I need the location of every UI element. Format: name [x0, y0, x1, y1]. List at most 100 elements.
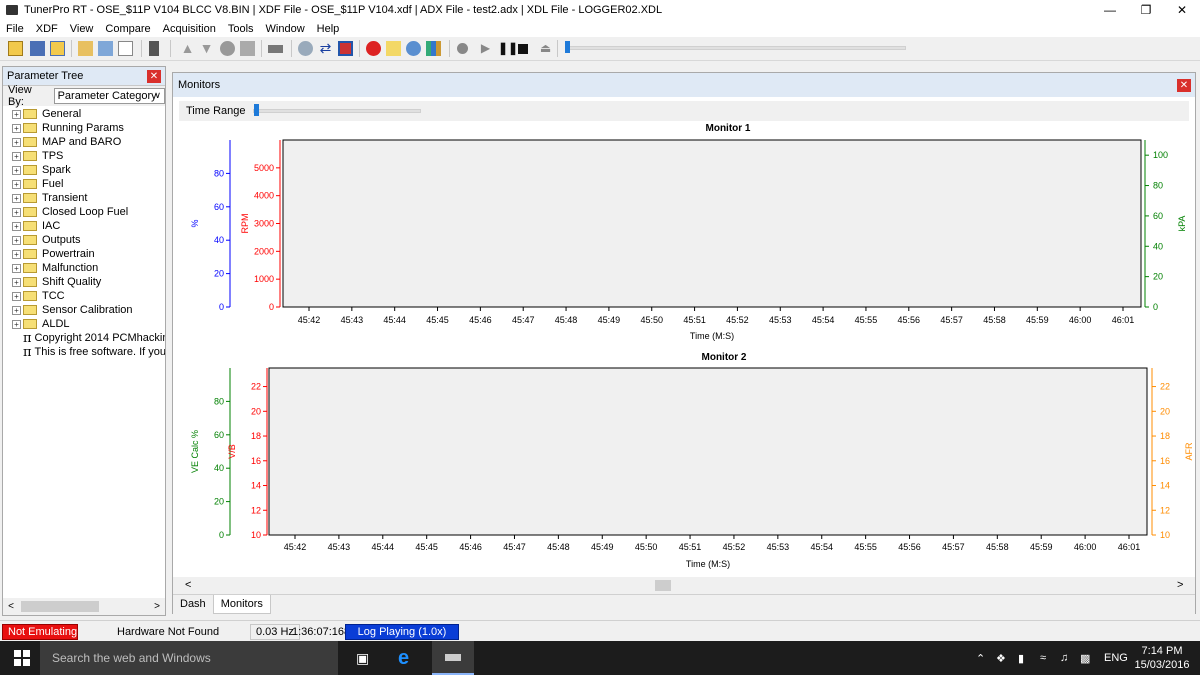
clock[interactable]: 7:14 PM 15/03/2016: [1134, 641, 1189, 675]
playback-slider-track[interactable]: [566, 46, 906, 50]
arrow-up-icon[interactable]: ▲: [180, 41, 195, 56]
language-indicator[interactable]: ENG: [1104, 641, 1128, 675]
record-icon[interactable]: [220, 41, 235, 56]
expand-icon[interactable]: +: [12, 291, 21, 301]
task-view-icon[interactable]: ▣: [356, 641, 369, 675]
tree-item[interactable]: + Closed Loop Fuel: [3, 205, 165, 219]
wifi-icon[interactable]: ≈: [1040, 641, 1046, 675]
chip-icon[interactable]: [240, 41, 255, 56]
tree-item-label: Outputs: [42, 234, 81, 246]
close-icon[interactable]: ✕: [1164, 0, 1200, 20]
volume-icon[interactable]: ♫: [1060, 641, 1068, 675]
menu-acquisition[interactable]: Acquisition: [163, 23, 216, 35]
folder-icon: [23, 207, 37, 217]
tree-item[interactable]: + Powertrain: [3, 247, 165, 261]
expand-icon[interactable]: +: [12, 305, 21, 315]
menu-view[interactable]: View: [70, 23, 94, 35]
notification-message-icon[interactable]: ▩: [1080, 641, 1090, 675]
transfer-icon[interactable]: ⇄: [318, 41, 333, 56]
minimize-icon[interactable]: —: [1092, 0, 1128, 20]
expand-icon[interactable]: +: [12, 277, 21, 287]
tree-item[interactable]: + IAC: [3, 219, 165, 233]
expand-icon[interactable]: +: [12, 249, 21, 259]
menu-tools[interactable]: Tools: [228, 23, 254, 35]
tunerpro-taskbar-icon[interactable]: [432, 641, 474, 675]
scroll-left-icon[interactable]: <: [3, 601, 19, 612]
edge-browser-icon[interactable]: e: [398, 641, 409, 675]
show-hidden-icons-chevron-icon[interactable]: ⌃: [976, 641, 985, 675]
expand-icon[interactable]: +: [12, 123, 21, 133]
globe-icon[interactable]: [406, 41, 421, 56]
save-all-icon[interactable]: [50, 41, 65, 56]
scroll-left-icon[interactable]: <: [185, 579, 191, 591]
new-document-icon[interactable]: [118, 41, 133, 56]
tree-item[interactable]: + Running Params: [3, 121, 165, 135]
menu-compare[interactable]: Compare: [105, 23, 150, 35]
eject-icon[interactable]: ⏏: [538, 41, 553, 56]
expand-icon[interactable]: +: [12, 207, 21, 217]
emulator-icon[interactable]: [149, 41, 159, 56]
chart-icon[interactable]: [426, 41, 441, 56]
save-icon[interactable]: [30, 41, 45, 56]
table-icon[interactable]: [338, 41, 353, 56]
note-icon[interactable]: [386, 41, 401, 56]
open-folder-icon[interactable]: [8, 41, 23, 56]
scroll-right-icon[interactable]: >: [1177, 579, 1183, 591]
menu-xdf[interactable]: XDF: [36, 23, 58, 35]
expand-icon[interactable]: +: [12, 221, 21, 231]
chart-title: Monitor 1: [706, 123, 751, 134]
taskbar-search-box[interactable]: Search the web and Windows: [40, 641, 338, 675]
tree-item[interactable]: + TPS: [3, 149, 165, 163]
expand-icon[interactable]: +: [12, 151, 21, 161]
tree-item[interactable]: + Sensor Calibration: [3, 303, 165, 317]
play-icon[interactable]: ▶: [478, 41, 493, 56]
settings-gear-icon[interactable]: [298, 41, 313, 56]
restore-icon[interactable]: ❐: [1128, 0, 1164, 20]
gauge-icon[interactable]: [366, 41, 381, 56]
tree-item[interactable]: + TCC: [3, 289, 165, 303]
tab-dash[interactable]: Dash: [173, 595, 213, 614]
tree-item[interactable]: + Fuel: [3, 177, 165, 191]
expand-icon[interactable]: +: [12, 109, 21, 119]
menu-file[interactable]: File: [6, 23, 24, 35]
tree-item[interactable]: + Outputs: [3, 233, 165, 247]
tree-horizontal-scrollbar[interactable]: < >: [3, 598, 165, 615]
load-icon[interactable]: [78, 41, 93, 56]
scroll-thumb[interactable]: [655, 580, 671, 591]
expand-icon[interactable]: +: [12, 165, 21, 175]
compare-icon[interactable]: [98, 41, 113, 56]
expand-icon[interactable]: +: [12, 319, 21, 329]
menu-window[interactable]: Window: [266, 23, 305, 35]
tree-item[interactable]: + General: [3, 107, 165, 121]
tab-monitors[interactable]: Monitors: [212, 595, 271, 614]
dropbox-icon[interactable]: ❖: [996, 641, 1006, 675]
view-by-select[interactable]: Parameter Category ∨: [53, 88, 165, 104]
battery-icon[interactable]: ▮: [1018, 641, 1024, 675]
expand-icon[interactable]: +: [12, 263, 21, 273]
scroll-thumb[interactable]: [21, 601, 99, 612]
expand-icon[interactable]: +: [12, 137, 21, 147]
expand-icon[interactable]: +: [12, 235, 21, 245]
tree-item[interactable]: + MAP and BARO: [3, 135, 165, 149]
monitors-horizontal-scrollbar[interactable]: < >: [173, 577, 1195, 594]
windows-start-icon[interactable]: [14, 641, 30, 675]
tree-note[interactable]: π This is free software. If you: [3, 345, 165, 359]
tree-item[interactable]: + Spark: [3, 163, 165, 177]
record-dot-icon[interactable]: [457, 43, 468, 54]
playback-slider-thumb[interactable]: [565, 41, 570, 53]
expand-icon[interactable]: +: [12, 179, 21, 189]
tree-note[interactable]: π Copyright 2014 PCMhacking: [3, 331, 165, 345]
close-panel-icon[interactable]: ✕: [147, 69, 161, 83]
x-tick-label: 45:51: [679, 542, 702, 552]
tree-item[interactable]: + Transient: [3, 191, 165, 205]
tree-item[interactable]: + Malfunction: [3, 261, 165, 275]
tree-item[interactable]: + Shift Quality: [3, 275, 165, 289]
menu-help[interactable]: Help: [317, 23, 340, 35]
chip-settings-icon[interactable]: [268, 45, 283, 53]
scroll-right-icon[interactable]: >: [149, 601, 165, 612]
expand-icon[interactable]: +: [12, 193, 21, 203]
pause-icon[interactable]: ❚❚: [498, 41, 518, 56]
arrow-down-icon[interactable]: ▼: [199, 41, 214, 56]
tree-item[interactable]: + ALDL: [3, 317, 165, 331]
stop-icon[interactable]: [518, 44, 528, 54]
